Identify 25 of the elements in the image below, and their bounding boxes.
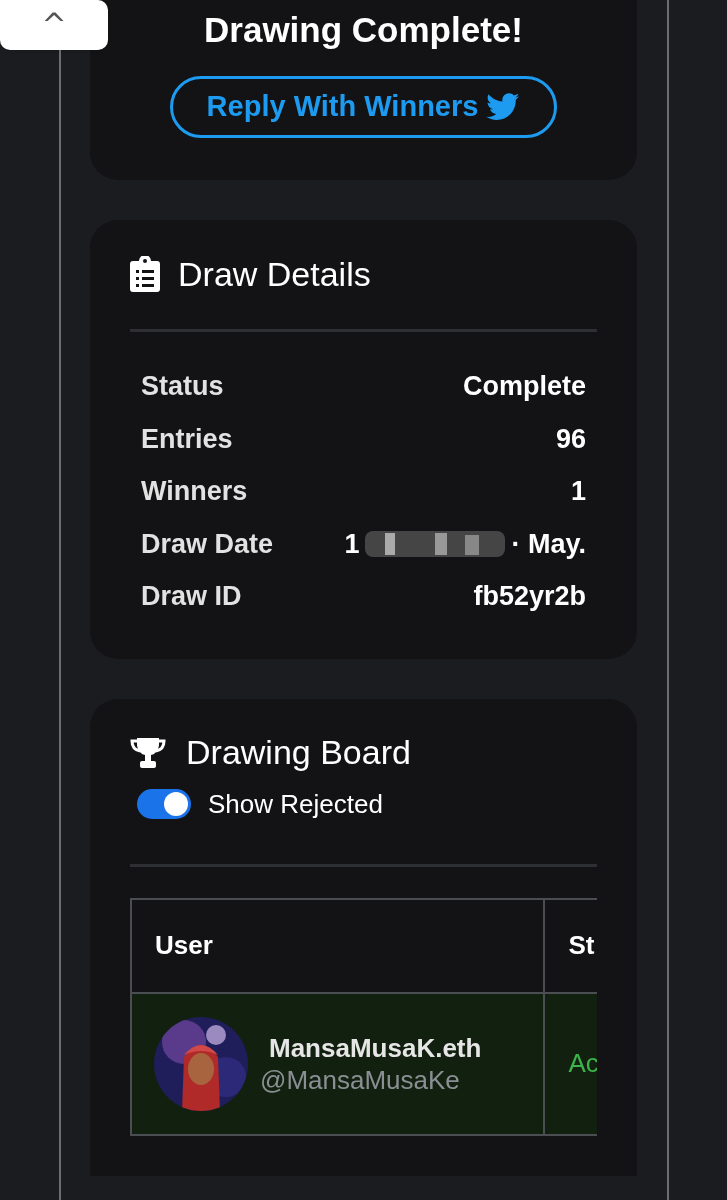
detail-value: 1 bbox=[570, 475, 586, 508]
reply-button[interactable]: Reply With Winners bbox=[169, 76, 558, 138]
card-title: Drawing Complete! bbox=[204, 9, 523, 51]
detail-value: 96 bbox=[555, 422, 586, 456]
toggle-switch[interactable] bbox=[137, 789, 191, 819]
detail-label: Status bbox=[141, 370, 224, 403]
detail-label: Entries bbox=[141, 422, 233, 456]
column-header: St bbox=[545, 899, 597, 992]
detail-value: · May. bbox=[511, 527, 586, 561]
detail-label: Winners bbox=[141, 475, 248, 508]
bird-icon bbox=[486, 93, 521, 121]
detail-label: Draw Date bbox=[141, 527, 274, 561]
detail-value: 1 bbox=[344, 527, 360, 561]
column-header: User bbox=[132, 899, 546, 992]
user-handle: @MansaMusaKe bbox=[260, 1063, 461, 1096]
scroll-top-button[interactable]: ^ bbox=[0, 0, 108, 50]
section-title: Drawing Board bbox=[186, 732, 411, 773]
clipboard-icon bbox=[130, 256, 160, 292]
trophy-icon bbox=[130, 736, 166, 769]
toggle-label: Show Rejected bbox=[208, 787, 383, 821]
detail-value: Complete bbox=[462, 370, 586, 403]
detail-label: Draw ID bbox=[141, 580, 242, 613]
detail-value: fb52yr2b bbox=[473, 580, 586, 613]
section-title: Draw Details bbox=[178, 253, 371, 295]
user-name: MansaMusaK.eth bbox=[268, 1031, 482, 1064]
